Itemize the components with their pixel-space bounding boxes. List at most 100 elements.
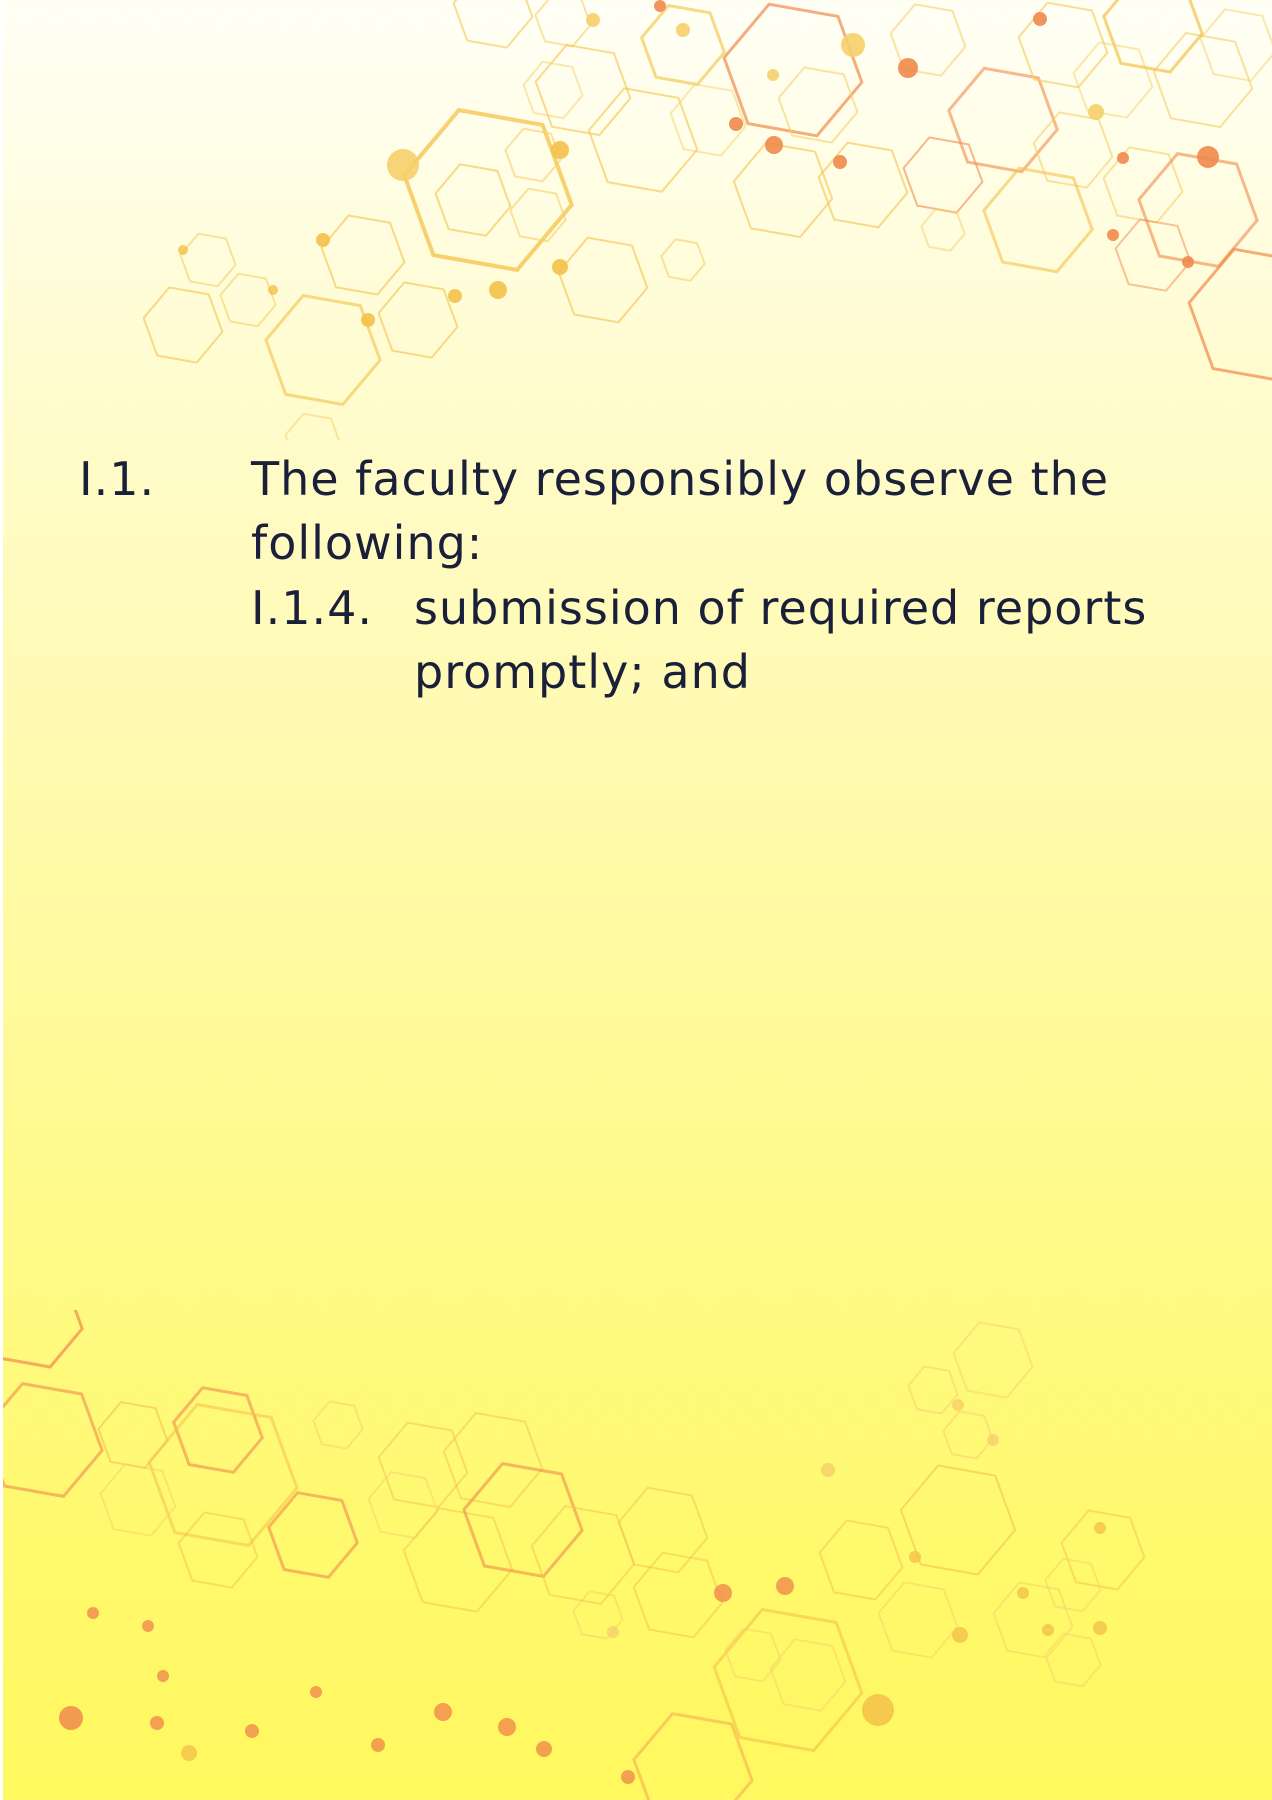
node-dot (1197, 146, 1219, 168)
hexagon-shape (817, 141, 909, 229)
hexagon-shape (920, 208, 966, 252)
hexagon-shape (1044, 1632, 1102, 1688)
hexagon-shape (877, 1581, 959, 1659)
hexagon-shape (434, 163, 512, 237)
hexagon-shape (1060, 1509, 1146, 1591)
node-dot (676, 23, 690, 37)
node-dot (489, 281, 507, 299)
node-dot (434, 1703, 452, 1721)
node-dot (776, 1577, 794, 1595)
hexagon-shape (818, 1519, 904, 1601)
node-dot (498, 1718, 516, 1736)
node-dot (952, 1627, 968, 1643)
node-dot (552, 259, 568, 275)
node-dot (898, 58, 918, 78)
node-dot (833, 155, 847, 169)
hexagon-shape (509, 187, 567, 243)
node-dot (909, 1551, 921, 1563)
hexagon-shape (147, 1402, 299, 1548)
hexagon-shape (402, 107, 574, 273)
hexagon-shape (902, 136, 984, 214)
node-dot (586, 13, 600, 27)
hexagon-shape (1114, 218, 1192, 292)
hexagon-shape (1187, 247, 1272, 381)
hexagon-shape (3, 1310, 84, 1369)
hexagon-shape (722, 2, 864, 138)
node-dot (387, 149, 419, 181)
node-dot (150, 1716, 164, 1730)
hexagon-shape (377, 281, 459, 359)
hexagon-shape (462, 1461, 584, 1579)
node-dot (448, 289, 462, 303)
item-number: I.1. (79, 452, 156, 506)
node-dot (765, 136, 783, 154)
node-dot (1094, 1522, 1106, 1534)
hexagon-shape (942, 1410, 994, 1460)
hexagon-shape (632, 1551, 724, 1639)
node-dot (1042, 1624, 1054, 1636)
hexagon-shape (402, 1507, 514, 1613)
node-dot (59, 1706, 83, 1730)
hexagon-shape (952, 1321, 1034, 1399)
node-dot (1017, 1587, 1029, 1599)
hexagon-shape (639, 3, 727, 87)
hexagon-shape (452, 0, 534, 49)
node-dot (551, 141, 569, 159)
node-dot (268, 285, 278, 295)
hexagon-shape (907, 1365, 959, 1415)
hexagon-pattern-bottom (3, 1310, 1146, 1800)
subitem-number: I.1.4. (251, 581, 373, 635)
hexagon-shape (534, 43, 632, 137)
hexagon-shape (97, 1401, 169, 1469)
node-dot (536, 1741, 552, 1757)
node-dot (310, 1686, 322, 1698)
document-page: I.1. The faculty responsibly observe the… (0, 0, 1272, 1800)
hexagon-shape (557, 236, 649, 324)
node-dot (181, 1745, 197, 1761)
hexagon-shape (377, 1421, 469, 1509)
item-text-line-2: following: (251, 516, 484, 570)
hexagon-shape (320, 214, 406, 296)
node-dot (1093, 1621, 1107, 1635)
node-dot (178, 245, 188, 255)
node-dot (714, 1584, 732, 1602)
node-dot (157, 1670, 169, 1682)
hexagon-shape (179, 232, 237, 288)
hexagon-shape (982, 166, 1094, 274)
node-dot (987, 1434, 999, 1446)
node-dot (142, 1620, 154, 1632)
hexagon-shape (712, 1607, 864, 1753)
node-dot (729, 117, 743, 131)
node-dot (316, 233, 330, 247)
hexagon-shape (142, 286, 224, 364)
node-dot (862, 1694, 894, 1726)
subitem-text-line-1: submission of required reports (414, 581, 1148, 635)
hexagon-shape (171, 1386, 265, 1474)
node-dot (621, 1770, 635, 1784)
item-text-line-1: The faculty responsibly observe the (251, 452, 1110, 506)
hexagon-shape (534, 0, 592, 48)
hexagon-shape (284, 412, 340, 440)
node-dot (245, 1724, 259, 1738)
subitem-text-line-2: promptly; and (414, 645, 751, 699)
hexagon-shape (312, 1400, 364, 1450)
node-dot (361, 313, 375, 327)
node-dot (952, 1399, 964, 1411)
hexagon-shape (777, 66, 859, 144)
hexagon-shape (617, 1486, 709, 1574)
hexagon-shape (1102, 0, 1204, 74)
hexagon-shape (442, 1411, 544, 1509)
node-dot (607, 1626, 619, 1638)
hexagon-shape (732, 141, 834, 239)
hexagon-shape (264, 293, 382, 407)
node-dot (821, 1463, 835, 1477)
hexagon-shape (219, 272, 277, 328)
node-dot (767, 69, 779, 81)
node-dot (1117, 152, 1129, 164)
node-dot (1182, 256, 1194, 268)
node-dot (1107, 229, 1119, 241)
node-dot (371, 1738, 385, 1752)
node-dot (841, 33, 865, 57)
hexagon-shape (660, 238, 706, 282)
hexagon-shape (1017, 1, 1109, 89)
